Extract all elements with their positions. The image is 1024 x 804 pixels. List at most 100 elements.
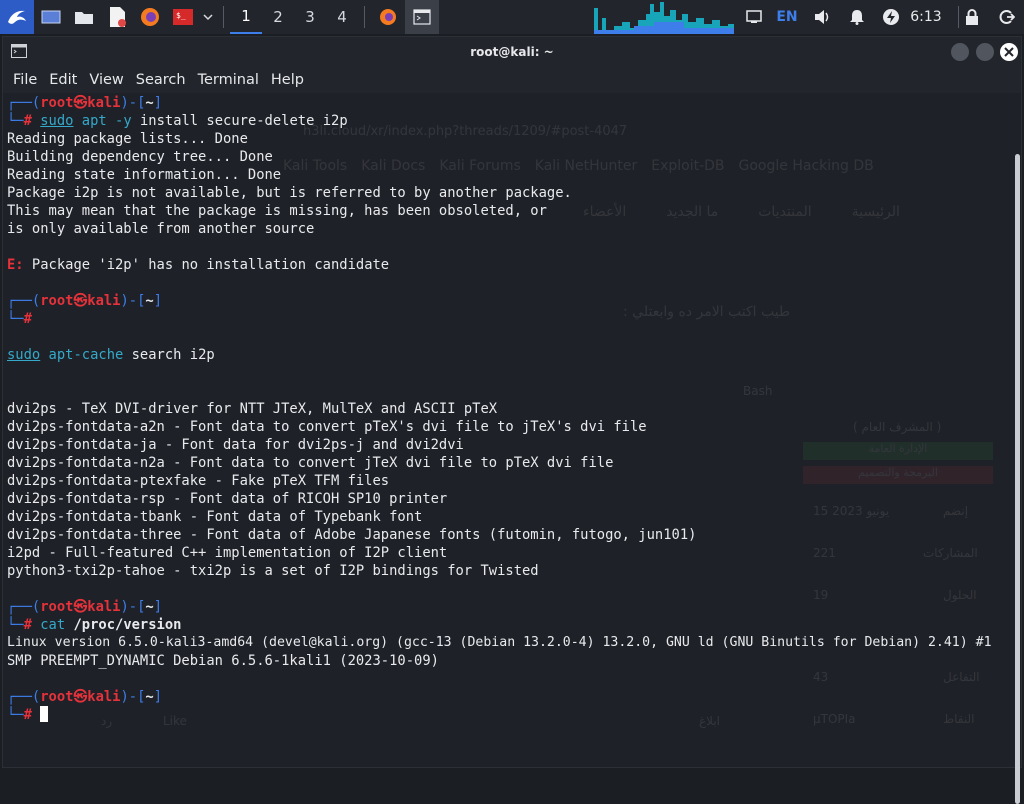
ghost-bookmark: Kali Docs [361,158,426,174]
output-line: Building dependency tree... Done [7,149,273,165]
ghost-bookmark: Exploit-DB [651,158,725,174]
search-result: dvi2ps-fontdata-rsp - Font data of RICOH… [7,491,448,507]
window-title: root@kali: ~ [470,45,554,59]
ghost-stat-label: النقاط [943,712,975,726]
lock-icon[interactable] [960,0,984,34]
ghost-stat-value: 15 يونيو 2023 [813,504,890,518]
ghost-stat-value: μTOPIa [813,712,856,726]
ghost-stat-label: الحلول [943,588,977,602]
search-result: dvi2ps-fontdata-a2n - Font data to conve… [7,419,647,435]
kali-menu-icon[interactable] [0,0,34,34]
maximize-button[interactable] [976,43,994,61]
command-line-4[interactable]: └─# [7,706,49,724]
ghost-bookmark: Kali NetHunter [534,158,638,174]
menu-search[interactable]: Search [130,72,192,88]
search-result: i2pd - Full-featured C++ implementation … [7,545,448,561]
terminal-window: root@kali: ~ File Edit View Search Termi… [2,36,1022,804]
version-line: Linux version 6.5.0-kali3-amd64 (devel@k… [7,635,992,650]
terminal-icon[interactable]: $_ [166,0,199,34]
task-firefox[interactable] [371,0,405,34]
workspace-1[interactable]: 1 [230,0,262,34]
ghost-url: h3li.cloud/xr/index.php?threads/1209/#po… [303,124,628,139]
command-line-3: └─# cat /proc/version [7,617,182,633]
ghost-badge: البرمجة والتصميم [803,466,993,484]
search-result: dvi2ps-fontdata-tbank - Font data of Typ… [7,509,423,525]
search-result: dvi2ps-fontdata-ptexfake - Fake pTeX TFM… [7,473,390,489]
ghost-stat-value: 19 [813,588,829,602]
panel-separator [958,6,959,28]
notification-bell-icon[interactable] [845,0,869,34]
ghost-report: ابلاغ [699,714,720,728]
scrollbar-thumb[interactable] [1015,154,1020,804]
prompt-line-2: ┌──(root㉿kali)-[~] [7,293,163,309]
ghost-nav-item: الأعضاء [583,204,627,220]
command-line-2: └─# [7,311,32,327]
firefox-icon[interactable] [133,0,166,34]
command-line-2-cont: sudo apt-cache search i2p [7,347,215,363]
ghost-bookmark: Kali Forums [439,158,521,174]
menu-edit[interactable]: Edit [43,72,83,88]
output-line: Reading package lists... Done [7,131,248,147]
search-result: dvi2ps - TeX DVI-driver for NTT JTeX, Mu… [7,401,498,417]
search-result: dvi2ps-fontdata-n2a - Font data to conve… [7,455,614,471]
ghost-nav-item: الرئيسية [851,204,900,220]
ghost-stat-value: 221 [813,546,836,560]
window-menu-chevron-icon[interactable] [199,0,217,34]
close-icon [1004,47,1014,57]
ghost-stat-label: إنضم [943,504,969,518]
ghost-stat-label: المشاركات [923,546,978,560]
keyboard-layout-indicator[interactable]: EN [772,0,802,34]
minimize-button[interactable] [951,43,969,61]
show-desktop-icon[interactable] [34,0,67,34]
firefox-icon [380,9,396,25]
terminal-area[interactable]: h3li.cloud/xr/index.php?threads/1209/#po… [3,94,1013,766]
network-traffic-graph [594,2,734,34]
ghost-poster-label: Bash [743,384,773,398]
file-manager-icon[interactable] [67,0,100,34]
network-icon[interactable] [742,0,766,34]
menu-view[interactable]: View [83,72,129,88]
ghost-bookmark: Kali Tools [283,158,348,174]
prompt-line-3: ┌──(root㉿kali)-[~] [7,599,163,615]
output-line: Reading state information... Done [7,167,282,183]
menu-terminal[interactable]: Terminal [192,72,265,88]
text-editor-icon[interactable] [100,0,133,34]
menu-file[interactable]: File [7,72,43,88]
output-line: is only available from another source [7,221,315,237]
logout-icon[interactable] [995,0,1019,34]
workspace-3[interactable]: 3 [294,0,326,34]
ghost-nav: الرئيسية المنتديات ما الجديد الأعضاء [583,204,900,220]
ghost-post-text: طيب اكتب الامر ده وابعتلي : [623,304,791,320]
ghost-badge: الإدارة العامة [803,442,993,460]
task-terminal[interactable] [405,0,439,34]
terminal-icon [413,9,431,25]
ghost-stat-label: التفاعل [943,670,980,684]
command-line-1: └─# sudo apt -y install secure-delete i2… [7,113,348,129]
panel-separator [223,6,224,28]
ghost-nav-item: ما الجديد [666,204,719,220]
close-button[interactable] [1000,43,1018,61]
svg-text:$_: $_ [176,11,186,20]
search-result: dvi2ps-fontdata-ja - Font data for dvi2p… [7,437,464,453]
window-titlebar[interactable]: root@kali: ~ [3,37,1021,67]
search-result: python3-txi2p-tahoe - txi2p is a set of … [7,563,539,579]
ghost-like: Like [163,714,187,728]
prompt-line-1: ┌──(root㉿kali)-[~] [7,95,163,111]
clock[interactable]: 6:13 [906,0,946,34]
ghost-reply: رد [101,714,113,728]
output-line: Package i2p is not available, but is ref… [7,185,572,201]
volume-icon[interactable] [810,0,834,34]
menu-help[interactable]: Help [265,72,310,88]
output-line: This may mean that the package is missin… [7,203,547,219]
version-line: SMP PREEMPT_DYNAMIC Debian 6.5.6-1kali1 … [7,653,439,669]
ghost-nav-item: المنتديات [758,204,812,220]
ghost-user-title: ( المشرف العام ) [853,420,942,434]
error-line: E: Package 'i2p' has no installation can… [7,257,390,273]
workspace-2[interactable]: 2 [262,0,294,34]
text-cursor [40,706,49,722]
panel-separator [364,6,365,28]
power-manager-icon[interactable] [879,0,903,34]
scrollbar[interactable] [1013,94,1021,804]
top-panel: $_ 1 2 3 4 EN 6:13 [0,0,1024,34]
workspace-4[interactable]: 4 [326,0,358,34]
